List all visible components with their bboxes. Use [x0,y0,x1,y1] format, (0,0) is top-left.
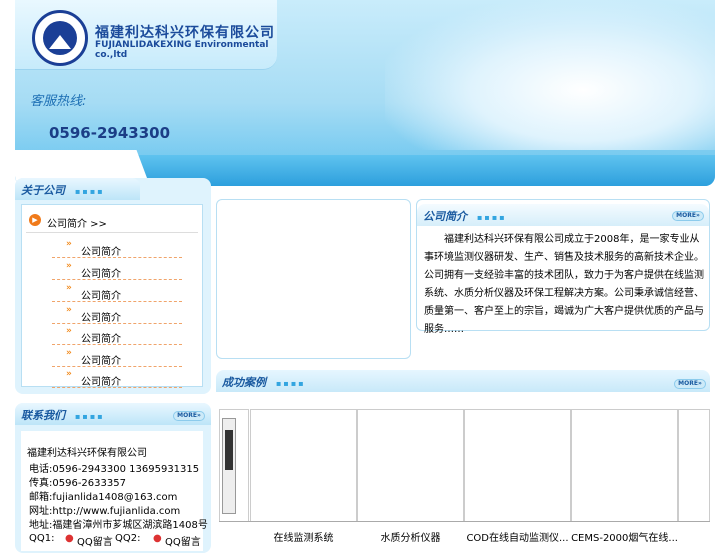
about-item[interactable]: » 公司简介 [52,258,182,280]
contact-more-button[interactable]: MORE» [173,411,205,421]
contact-phone: 电话:0596-2943300 13695931315 [29,464,200,475]
case-caption[interactable]: COD在线自动监测仪... [464,529,571,544]
qq1-message-link[interactable]: QQ留言 [77,533,113,548]
case-image[interactable] [219,409,249,522]
about-dots: ▪▪▪▪ [75,187,105,196]
case-caption[interactable]: 在线监测系统 [250,529,357,544]
case-caption[interactable]: CEMS-2000烟气在线... [571,529,678,544]
qq2-message-link[interactable]: QQ留言 [165,533,201,548]
double-arrow-icon: » [66,261,72,271]
contact-company: 福建利达科兴环保有限公司 [27,448,147,459]
company-name-cn: 福建利达科兴环保有限公司 [95,25,275,41]
contact-title: 联系我们 [21,409,65,422]
double-arrow-icon: » [66,369,72,379]
case-image[interactable] [678,409,710,522]
about-item[interactable]: » 公司简介 [52,302,182,324]
case-image[interactable] [464,409,571,522]
about-intro-link[interactable]: 公司简介 >> [47,215,107,230]
logo-panel: 福建利达科兴环保有限公司 FUJIANLIDAKEXING Environmen… [15,0,277,70]
contact-email[interactable]: 邮箱:fujianlida1408@163.com [29,488,177,503]
double-arrow-icon: » [66,326,72,336]
about-item[interactable]: » 公司简介 [52,366,182,388]
sky-banner [385,0,715,150]
cases-title: 成功案例 [222,376,266,389]
play-icon: ▶ [29,214,41,226]
about-item[interactable]: » 公司简介 [52,323,182,345]
case-caption[interactable]: 水质分析仪器 [357,529,464,544]
hotline-number: 0596-2943300 [49,124,171,142]
contact-fax: 传真:0596-2633357 [29,478,126,489]
qq2-penguin-icon: ● [153,533,162,544]
about-title: 关于公司 [21,184,65,197]
profile-title: 公司简介 [423,210,467,223]
profile-header: 公司简介 ▪▪▪▪ MORE» [417,204,709,226]
contact-web[interactable]: 网址:http://www.fujianlida.com [29,502,180,517]
hotline-label: 客服热线: [30,94,87,109]
contact-address: 地址:福建省漳州市芗城区湖滨路1408号 [29,520,208,531]
company-name-en: FUJIANLIDAKEXING Environmental co.,ltd [95,40,269,60]
banner-placeholder [216,199,411,359]
double-arrow-icon: » [66,348,72,358]
contact-info: 福建利达科兴环保有限公司 电话:0596-2943300 13695931315… [21,431,208,551]
contact-header: 联系我们 ▪▪▪▪ MORE» [15,403,211,425]
qq2-label: QQ2: [115,533,141,544]
case-image[interactable] [571,409,678,522]
cases-header: 成功案例 ▪▪▪▪ MORE» [216,370,710,392]
double-arrow-icon: » [66,239,72,249]
double-arrow-icon: » [66,305,72,315]
about-item[interactable]: » 公司简介 [52,280,182,302]
about-header: 关于公司 ▪▪▪▪ [15,178,140,200]
company-logo-icon[interactable] [32,10,88,66]
about-menu: ▶ 公司简介 >> » 公司简介 » 公司简介 » 公司简介 » 公司简介 » 公司简介 … [21,204,203,388]
qq1-label: QQ1: [29,533,55,544]
qq1-penguin-icon: ● [65,533,74,544]
cases-dots: ▪▪▪▪ [276,379,306,388]
about-item[interactable]: » 公司简介 [52,236,182,258]
profile-dots: ▪▪▪▪ [477,213,507,222]
double-arrow-icon: » [66,283,72,293]
case-image[interactable] [250,409,357,522]
site-header: 福建利达科兴环保有限公司 FUJIANLIDAKEXING Environmen… [15,0,715,186]
about-item[interactable]: » 公司简介 [52,345,182,367]
profile-text: 福建利达科兴环保有限公司成立于2008年，是一家专业从事环境监测仪器研发、生产、… [424,234,704,335]
contact-dots: ▪▪▪▪ [75,412,105,421]
cases-more-button[interactable]: MORE» [674,379,706,389]
profile-more-button[interactable]: MORE» [672,211,704,221]
case-image[interactable] [357,409,464,522]
